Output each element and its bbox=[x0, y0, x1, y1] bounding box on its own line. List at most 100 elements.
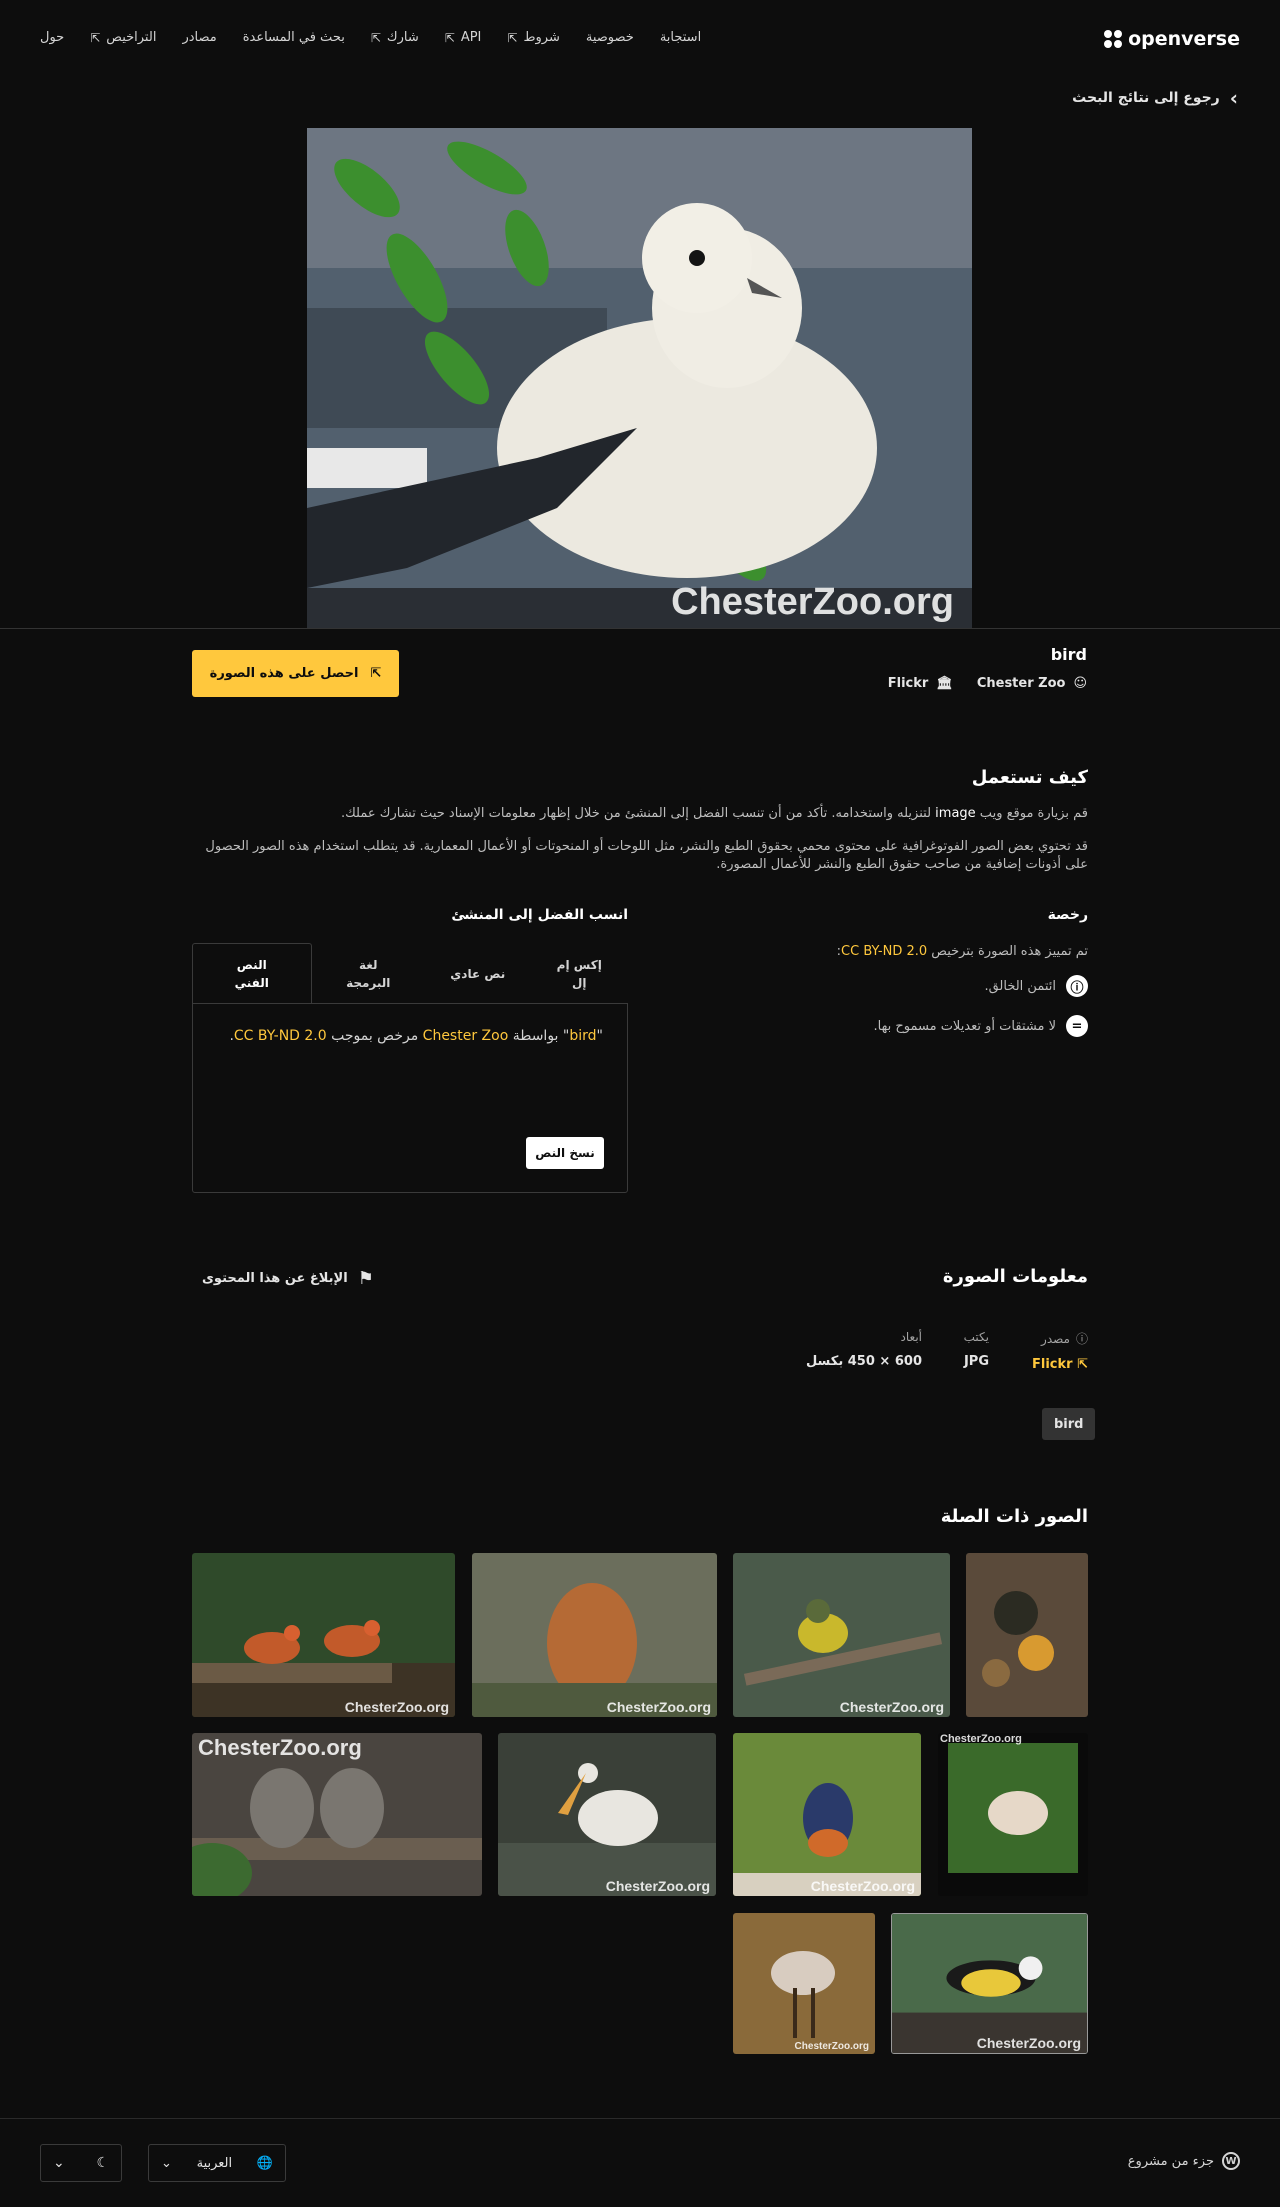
chevron-right-icon: › bbox=[1229, 86, 1238, 110]
moon-icon: ☾ bbox=[96, 2155, 109, 2171]
info-label: مصدر bbox=[1041, 1331, 1070, 1346]
license-item-nd: = لا مشتقات أو تعديلات مسموح بها. bbox=[874, 1015, 1088, 1037]
license-item-text: ائتمن الخالق. bbox=[984, 978, 1056, 994]
info-value: JPG bbox=[963, 1354, 989, 1369]
nav-label: حول bbox=[40, 30, 65, 45]
license-title: رخصة bbox=[1047, 907, 1088, 923]
attribution-title-link[interactable]: bird bbox=[569, 1028, 596, 1044]
external-link-icon: ⇱ bbox=[90, 30, 101, 45]
nav-label: شروط bbox=[523, 30, 560, 45]
creator-link[interactable]: ☺ Chester Zoo bbox=[977, 676, 1087, 691]
creator-name: Chester Zoo bbox=[976, 676, 1066, 691]
nav-label: التراخيص bbox=[106, 30, 157, 45]
related-image[interactable]: ChesterZoo.org bbox=[192, 1553, 455, 1717]
related-image[interactable]: ChesterZoo.org bbox=[733, 1733, 921, 1896]
thumb-watermark: ChesterZoo.org bbox=[605, 1878, 710, 1894]
back-link-label: رجوع إلى نتائج البحث bbox=[1072, 90, 1220, 106]
thumb-watermark: ChesterZoo.org bbox=[940, 1733, 1022, 1745]
nav-item-feedback[interactable]: استجابة bbox=[660, 30, 701, 45]
main-image: ChesterZoo.org bbox=[307, 128, 972, 628]
language-select[interactable]: 🌐 العربية ⌄ bbox=[148, 2144, 286, 2182]
nav-item-search-help[interactable]: بحث في المساعدة bbox=[243, 30, 345, 45]
nav-item-api[interactable]: API ⇱ bbox=[445, 30, 482, 45]
thumb-watermark: ChesterZoo.org bbox=[344, 1699, 449, 1715]
nav-label: استجابة bbox=[659, 30, 702, 45]
info-source: ⓘ مصدر ⇱ Flickr bbox=[1032, 1330, 1088, 1373]
related-image[interactable]: ChesterZoo.org bbox=[733, 1913, 875, 2054]
attribution-text: "bird" بواسطة Chester Zoo مرخص بموجب CC … bbox=[229, 1028, 603, 1044]
external-link-icon: ⇱ bbox=[370, 666, 382, 681]
nd-icon: = bbox=[1066, 1015, 1088, 1037]
footer-divider bbox=[0, 2118, 1280, 2119]
related-image[interactable]: ChesterZoo.org bbox=[192, 1733, 482, 1896]
user-icon: ☺ bbox=[1073, 676, 1087, 691]
nav-label: خصوصية bbox=[585, 30, 634, 45]
related-image[interactable]: ChesterZoo.org bbox=[498, 1733, 716, 1896]
info-label: أبعاد bbox=[900, 1330, 922, 1344]
main-nav: حول التراخيص ⇱ مصادر بحث في المساعدة شارك… bbox=[40, 30, 701, 45]
external-link-icon: ⇱ bbox=[444, 30, 455, 45]
tag-bird[interactable]: bird bbox=[1042, 1408, 1096, 1440]
image-attribution-meta: ☺ Chester Zoo 🏛 Flickr bbox=[888, 676, 1087, 691]
nav-item-about[interactable]: حول bbox=[40, 30, 64, 45]
source-name: Flickr bbox=[887, 676, 929, 691]
nav-label: شارك bbox=[386, 30, 419, 45]
related-image[interactable] bbox=[966, 1553, 1088, 1717]
how-to-use-title: كيف تستعمل bbox=[971, 767, 1088, 788]
back-to-results-link[interactable]: › رجوع إلى نتائج البحث bbox=[1072, 86, 1238, 110]
info-source-label-row: ⓘ مصدر bbox=[1032, 1330, 1088, 1347]
theme-select[interactable]: ☾ ⌄ bbox=[40, 2144, 122, 2182]
attribution-tabs: إكس إم إل نص عادي لغة البرمجة النص الفني bbox=[192, 943, 628, 1004]
nav-item-licenses[interactable]: التراخيص ⇱ bbox=[90, 30, 156, 45]
image-watermark: ChesterZoo.org bbox=[671, 581, 954, 623]
license-link[interactable]: CC BY-ND 2.0 bbox=[841, 944, 927, 959]
attribution-box: "bird" بواسطة Chester Zoo مرخص بموجب CC … bbox=[192, 1003, 628, 1193]
logo-text: openverse bbox=[1128, 28, 1240, 50]
thumb-watermark: ChesterZoo.org bbox=[606, 1699, 711, 1715]
thumb-watermark: ChesterZoo.org bbox=[794, 2041, 869, 2052]
tab-xml[interactable]: إكس إم إل bbox=[531, 943, 629, 1004]
media-link[interactable]: image bbox=[935, 806, 976, 821]
nav-item-privacy[interactable]: خصوصية bbox=[586, 30, 634, 45]
info-icon: ⓘ bbox=[1075, 1332, 1088, 1346]
external-link-icon: ⇱ bbox=[370, 30, 381, 45]
related-image[interactable]: ChesterZoo.org bbox=[733, 1553, 950, 1717]
chevron-down-icon: ⌄ bbox=[53, 2155, 65, 2171]
source-link[interactable]: 🏛 Flickr bbox=[888, 676, 953, 691]
info-source-link[interactable]: ⇱ Flickr bbox=[1032, 1357, 1088, 1372]
license-marked-text: تم تمييز هذه الصورة بترخيص bbox=[931, 944, 1088, 959]
institution-icon: 🏛 bbox=[936, 676, 953, 691]
attribution-license-link[interactable]: CC BY-ND 2.0 bbox=[234, 1028, 327, 1044]
related-image[interactable]: ChesterZoo.org bbox=[891, 1913, 1088, 2054]
quote-mark: " bbox=[596, 1028, 603, 1044]
info-dimensions: أبعاد 600 × 450 بكسل bbox=[806, 1330, 922, 1369]
attribution-creator-link[interactable]: Chester Zoo bbox=[423, 1028, 509, 1044]
copy-text-button[interactable]: نسخ النص bbox=[526, 1137, 604, 1169]
related-image[interactable]: ChesterZoo.org bbox=[472, 1553, 717, 1717]
site-header: openverse حول التراخيص ⇱ مصادر بحث في الم… bbox=[0, 0, 1280, 80]
nav-label: مصادر bbox=[182, 30, 217, 45]
info-type: يكتب JPG bbox=[964, 1330, 989, 1369]
nav-item-sources[interactable]: مصادر bbox=[182, 30, 216, 45]
image-divider bbox=[0, 628, 1280, 629]
related-image[interactable]: ChesterZoo.org bbox=[938, 1733, 1088, 1896]
external-link-icon: ⇱ bbox=[507, 30, 518, 45]
get-this-image-button[interactable]: ⇱ احصل على هذه الصورة bbox=[192, 650, 399, 697]
language-value: العربية bbox=[196, 2155, 233, 2171]
openverse-logo[interactable]: openverse bbox=[1104, 28, 1240, 50]
tab-plain-text[interactable]: نص عادي bbox=[425, 943, 531, 1004]
report-content-button[interactable]: الإبلاغ عن هذا المحتوى ⚑ bbox=[202, 1268, 374, 1289]
tab-html[interactable]: لغة البرمجة bbox=[312, 943, 426, 1004]
attribution-licensed: مرخص بموجب bbox=[326, 1028, 423, 1044]
license-statement: تم تمييز هذه الصورة بترخيص CC BY-ND 2.0: bbox=[837, 944, 1088, 959]
wordpress-link[interactable]: W جزء من مشروع bbox=[1128, 2152, 1240, 2170]
info-value: 600 × 450 بكسل bbox=[805, 1354, 922, 1369]
nav-item-terms[interactable]: شروط ⇱ bbox=[507, 30, 559, 45]
nav-label: API bbox=[460, 30, 482, 45]
thumb-watermark: ChesterZoo.org bbox=[810, 1878, 915, 1894]
how-to-use-text: لتنزيله واستخدامه. تأكد من أن تنسب الفضل… bbox=[340, 806, 936, 821]
attribution-title: انسب الفضل إلى المنشئ bbox=[451, 907, 628, 923]
nav-item-contribute[interactable]: شارك ⇱ bbox=[371, 30, 419, 45]
wordpress-icon: W bbox=[1222, 2152, 1240, 2170]
tab-rich-text[interactable]: النص الفني bbox=[192, 943, 312, 1004]
